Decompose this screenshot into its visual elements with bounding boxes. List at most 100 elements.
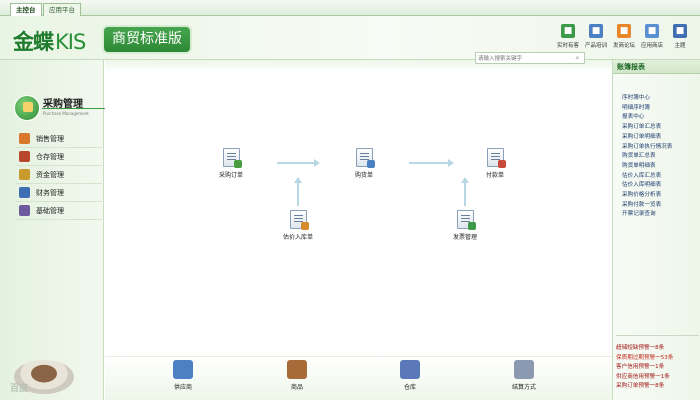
funds-icon — [19, 169, 30, 180]
flow-node-payment[interactable]: 付款单 — [475, 148, 515, 179]
brand-logo: 金蝶KIS — [13, 26, 86, 56]
flow-node-label: 估价入库单 — [282, 234, 313, 241]
toolbar-button-store[interactable]: ■ 应用商店 — [638, 24, 666, 56]
alert-list: 超储短缺预警一8条 保质期过期预警一53条 客户信用预警一1条 供应商信用预警一1条采… — [616, 335, 699, 397]
finance-icon — [19, 187, 30, 198]
shortcut-label: 商品 — [290, 384, 303, 391]
current-module: 采购管理 Purchase Management — [14, 95, 114, 125]
coffee-decoration: 百度 — [0, 342, 104, 400]
toolbar-button-label: 发商论坛 — [612, 43, 635, 49]
sidebar-item-label: 财务管理 — [36, 188, 64, 197]
sales-icon — [19, 133, 30, 144]
flow-arrow — [409, 159, 454, 167]
search-box[interactable]: ⌕ — [475, 52, 585, 64]
sidebar-item-label: 销售管理 — [36, 134, 64, 143]
flow-arrow — [277, 159, 320, 167]
toolbar-button-theme[interactable]: ■ 主题 — [666, 24, 694, 56]
inventory-icon — [19, 151, 30, 162]
report-link[interactable]: 采购订单执行情况表 — [622, 143, 700, 153]
tab-console[interactable]: 主控台 — [10, 3, 42, 16]
receipt-icon — [355, 148, 375, 168]
brand-name: 金蝶 — [13, 30, 54, 54]
shortcut-goods[interactable]: 商品 — [275, 360, 319, 391]
flow-node-label: 购货单 — [354, 172, 373, 179]
flow-node-purchase-order[interactable]: 采购订单 — [211, 148, 251, 179]
report-link[interactable]: 购货单明细表 — [622, 162, 700, 172]
shortcut-settlement[interactable]: 结算方式 — [502, 360, 546, 391]
alert-link[interactable]: 供应商信用预警一1条 — [616, 373, 699, 383]
alert-link[interactable]: 客户信用预警一1条 — [616, 363, 699, 373]
report-link[interactable]: 开票记录查询 — [622, 210, 700, 220]
toolbar-button-forum[interactable]: ■ 发商论坛 — [610, 24, 638, 56]
alert-link[interactable]: 超储短缺预警一8条 — [616, 344, 699, 354]
alert-link[interactable]: 采购订单预警一8条 — [616, 382, 699, 392]
edition-badge: 商贸标准版 — [104, 27, 190, 52]
estimated-inbound-icon — [289, 210, 309, 230]
report-link[interactable]: 估价入库明细表 — [622, 181, 700, 191]
settlement-icon — [514, 360, 534, 379]
flow-arrow — [294, 177, 302, 206]
product-name: KIS — [55, 30, 86, 54]
supplier-icon — [173, 360, 193, 379]
flow-node-receipt[interactable]: 购货单 — [344, 148, 384, 179]
flow-node-label: 采购订单 — [218, 172, 243, 179]
flow-arrow — [461, 177, 469, 206]
store-icon: ■ — [645, 24, 659, 38]
report-link[interactable]: 序时簿中心 — [622, 94, 700, 104]
sidebar-item-inventory[interactable]: 仓存管理 — [16, 148, 102, 166]
goods-icon — [287, 360, 307, 379]
report-link[interactable]: 采购付款一览表 — [622, 201, 700, 211]
sidebar-item-sales[interactable]: 销售管理 — [16, 130, 102, 148]
right-panel: 账簿报表 序时簿中心 明细序时簿 报表中心 采购订单汇总表 采购订单明细表 采购订单执行情… — [612, 60, 700, 400]
sidebar-item-funds[interactable]: 资金管理 — [16, 166, 102, 184]
theme-icon: ■ — [673, 24, 687, 38]
invoice-icon — [456, 210, 476, 230]
shortcut-supplier[interactable]: 供应商 — [161, 360, 205, 391]
report-link[interactable]: 报表中心 — [622, 113, 700, 123]
basic-icon — [19, 205, 30, 216]
shortcut-label: 仓库 — [403, 384, 416, 391]
shortcut-label: 结算方式 — [511, 384, 536, 391]
sidebar-item-label: 资金管理 — [36, 170, 64, 179]
toolbar-button-label: 应用商店 — [640, 43, 663, 49]
sidebar-item-basic[interactable]: 基础管理 — [16, 202, 102, 220]
left-sidebar: 采购管理 Purchase Management 销售管理仓存管理资金管理财务管… — [0, 60, 114, 400]
watermark: 百度 — [10, 384, 29, 394]
flow-node-label: 发票管理 — [452, 234, 477, 241]
warehouse-icon — [400, 360, 420, 379]
toolbar-button-label: 实时有客 — [556, 43, 579, 49]
tab-strip: 主控台 应用平台 — [0, 0, 700, 16]
toolbar-button-label: 主题 — [674, 43, 686, 49]
module-nav: 销售管理仓存管理资金管理财务管理基础管理 — [16, 130, 102, 220]
sidebar-item-finance[interactable]: 财务管理 — [16, 184, 102, 202]
search-input[interactable] — [478, 54, 570, 63]
flow-node-label: 付款单 — [485, 172, 504, 179]
payment-icon — [486, 148, 506, 168]
purchase-module-icon — [14, 95, 40, 121]
report-list: 序时簿中心 明细序时簿 报表中心 采购订单汇总表 采购订单明细表 采购订单执行情况表 购货单… — [622, 94, 700, 220]
sidebar-item-label: 仓存管理 — [36, 152, 64, 161]
shortcut-label: 供应商 — [173, 384, 192, 391]
forum-icon: ■ — [617, 24, 631, 38]
module-subtitle: Purchase Management — [43, 111, 89, 116]
alert-link[interactable]: 保质期过期预警一53条 — [616, 354, 699, 364]
report-link[interactable]: 采购价格分析表 — [622, 191, 700, 201]
search-icon[interactable]: ⌕ — [573, 54, 582, 63]
flow-node-estimated-inbound[interactable]: 估价入库单 — [278, 210, 318, 241]
report-link[interactable]: 估价入库汇总表 — [622, 172, 700, 182]
report-link[interactable]: 采购订单明细表 — [622, 133, 700, 143]
tab-app-platform[interactable]: 应用平台 — [43, 3, 81, 16]
app-header: 金蝶KIS 商贸标准版 ■ 实时有客 ■ 产品培训 ■ 发商论坛 ■ 应用商店 ■ 主题 — [0, 16, 700, 60]
module-title-underline — [42, 108, 114, 109]
main-workspace: ⌕ 采购订单 购货单 付款单 估价入库单 发票管理 供应商 商品 仓库 结算方式 — [105, 52, 612, 400]
report-link[interactable]: 采购订单汇总表 — [622, 123, 700, 133]
customer-icon: ■ — [561, 24, 575, 38]
report-link[interactable]: 明细序时簿 — [622, 104, 700, 114]
toolbar-button-label: 产品培训 — [584, 43, 607, 49]
toolbar-button-training[interactable]: ■ 产品培训 — [582, 24, 610, 56]
sidebar-item-label: 基础管理 — [36, 206, 64, 215]
shortcut-warehouse[interactable]: 仓库 — [388, 360, 432, 391]
purchase-order-icon — [222, 148, 242, 168]
flow-node-invoice[interactable]: 发票管理 — [445, 210, 485, 241]
report-link[interactable]: 购货单汇总表 — [622, 152, 700, 162]
